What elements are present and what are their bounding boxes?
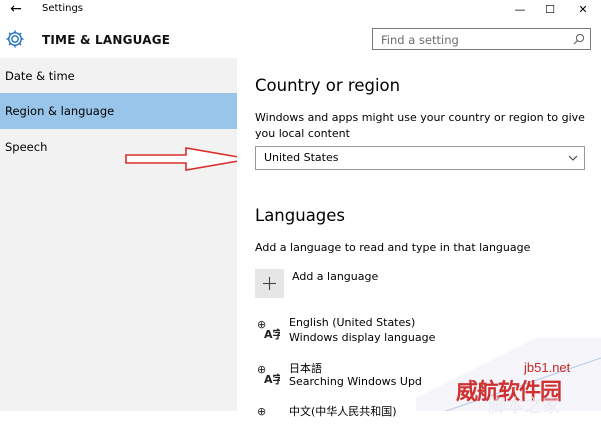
minimize-button[interactable]: —: [505, 0, 535, 20]
sidebar-item-region-language[interactable]: Region & language: [0, 93, 237, 129]
chevron-down-icon: [568, 155, 578, 161]
country-selected-value: United States: [264, 151, 339, 164]
add-language-label[interactable]: Add a language: [292, 270, 378, 283]
language-icon: ⊕ A字: [257, 318, 280, 340]
watermark-site: jb51.net: [524, 360, 571, 375]
window-title: Settings: [42, 3, 84, 14]
close-button[interactable]: ✕: [568, 0, 598, 20]
country-region-heading: Country or region: [255, 76, 401, 95]
plus-icon: [263, 277, 276, 290]
language-icon: ⊕: [257, 405, 266, 418]
languages-heading: Languages: [255, 206, 346, 225]
sidebar-item-date-time[interactable]: Date & time: [0, 58, 237, 94]
search-box[interactable]: [372, 28, 591, 50]
language-name-chinese[interactable]: 中文(中华人民共和国): [289, 403, 397, 419]
back-arrow-icon[interactable]: ←: [8, 1, 24, 17]
country-region-description: Windows and apps might use your country …: [255, 111, 585, 140]
maximize-button[interactable]: ☐: [535, 0, 565, 20]
gear-icon: [6, 30, 24, 48]
language-icon: ⊕ A字: [257, 363, 280, 385]
svg-text:A字: A字: [264, 372, 280, 385]
language-name-english[interactable]: English (United States): [289, 316, 415, 329]
red-arrow-annotation: [125, 147, 251, 171]
watermark-brand-secondary: 脚本之家: [488, 396, 560, 417]
sidebar: Date & time Region & language Speech: [0, 58, 237, 411]
search-icon[interactable]: [573, 33, 585, 45]
svg-text:A字: A字: [264, 327, 280, 340]
country-region-dropdown[interactable]: United States: [255, 146, 585, 170]
add-language-button[interactable]: [255, 269, 284, 298]
page-title: TIME & LANGUAGE: [42, 33, 171, 47]
language-name-japanese[interactable]: 日本語: [289, 360, 322, 376]
search-input[interactable]: [379, 30, 568, 50]
languages-description: Add a language to read and type in that …: [255, 241, 531, 254]
page-header: TIME & LANGUAGE: [0, 20, 601, 58]
title-bar: ← Settings — ☐ ✕: [0, 0, 601, 20]
language-status-english: Windows display language: [289, 331, 436, 344]
svg-text:⊕: ⊕: [257, 405, 266, 418]
language-status-japanese: Searching Windows Upd: [289, 375, 422, 388]
